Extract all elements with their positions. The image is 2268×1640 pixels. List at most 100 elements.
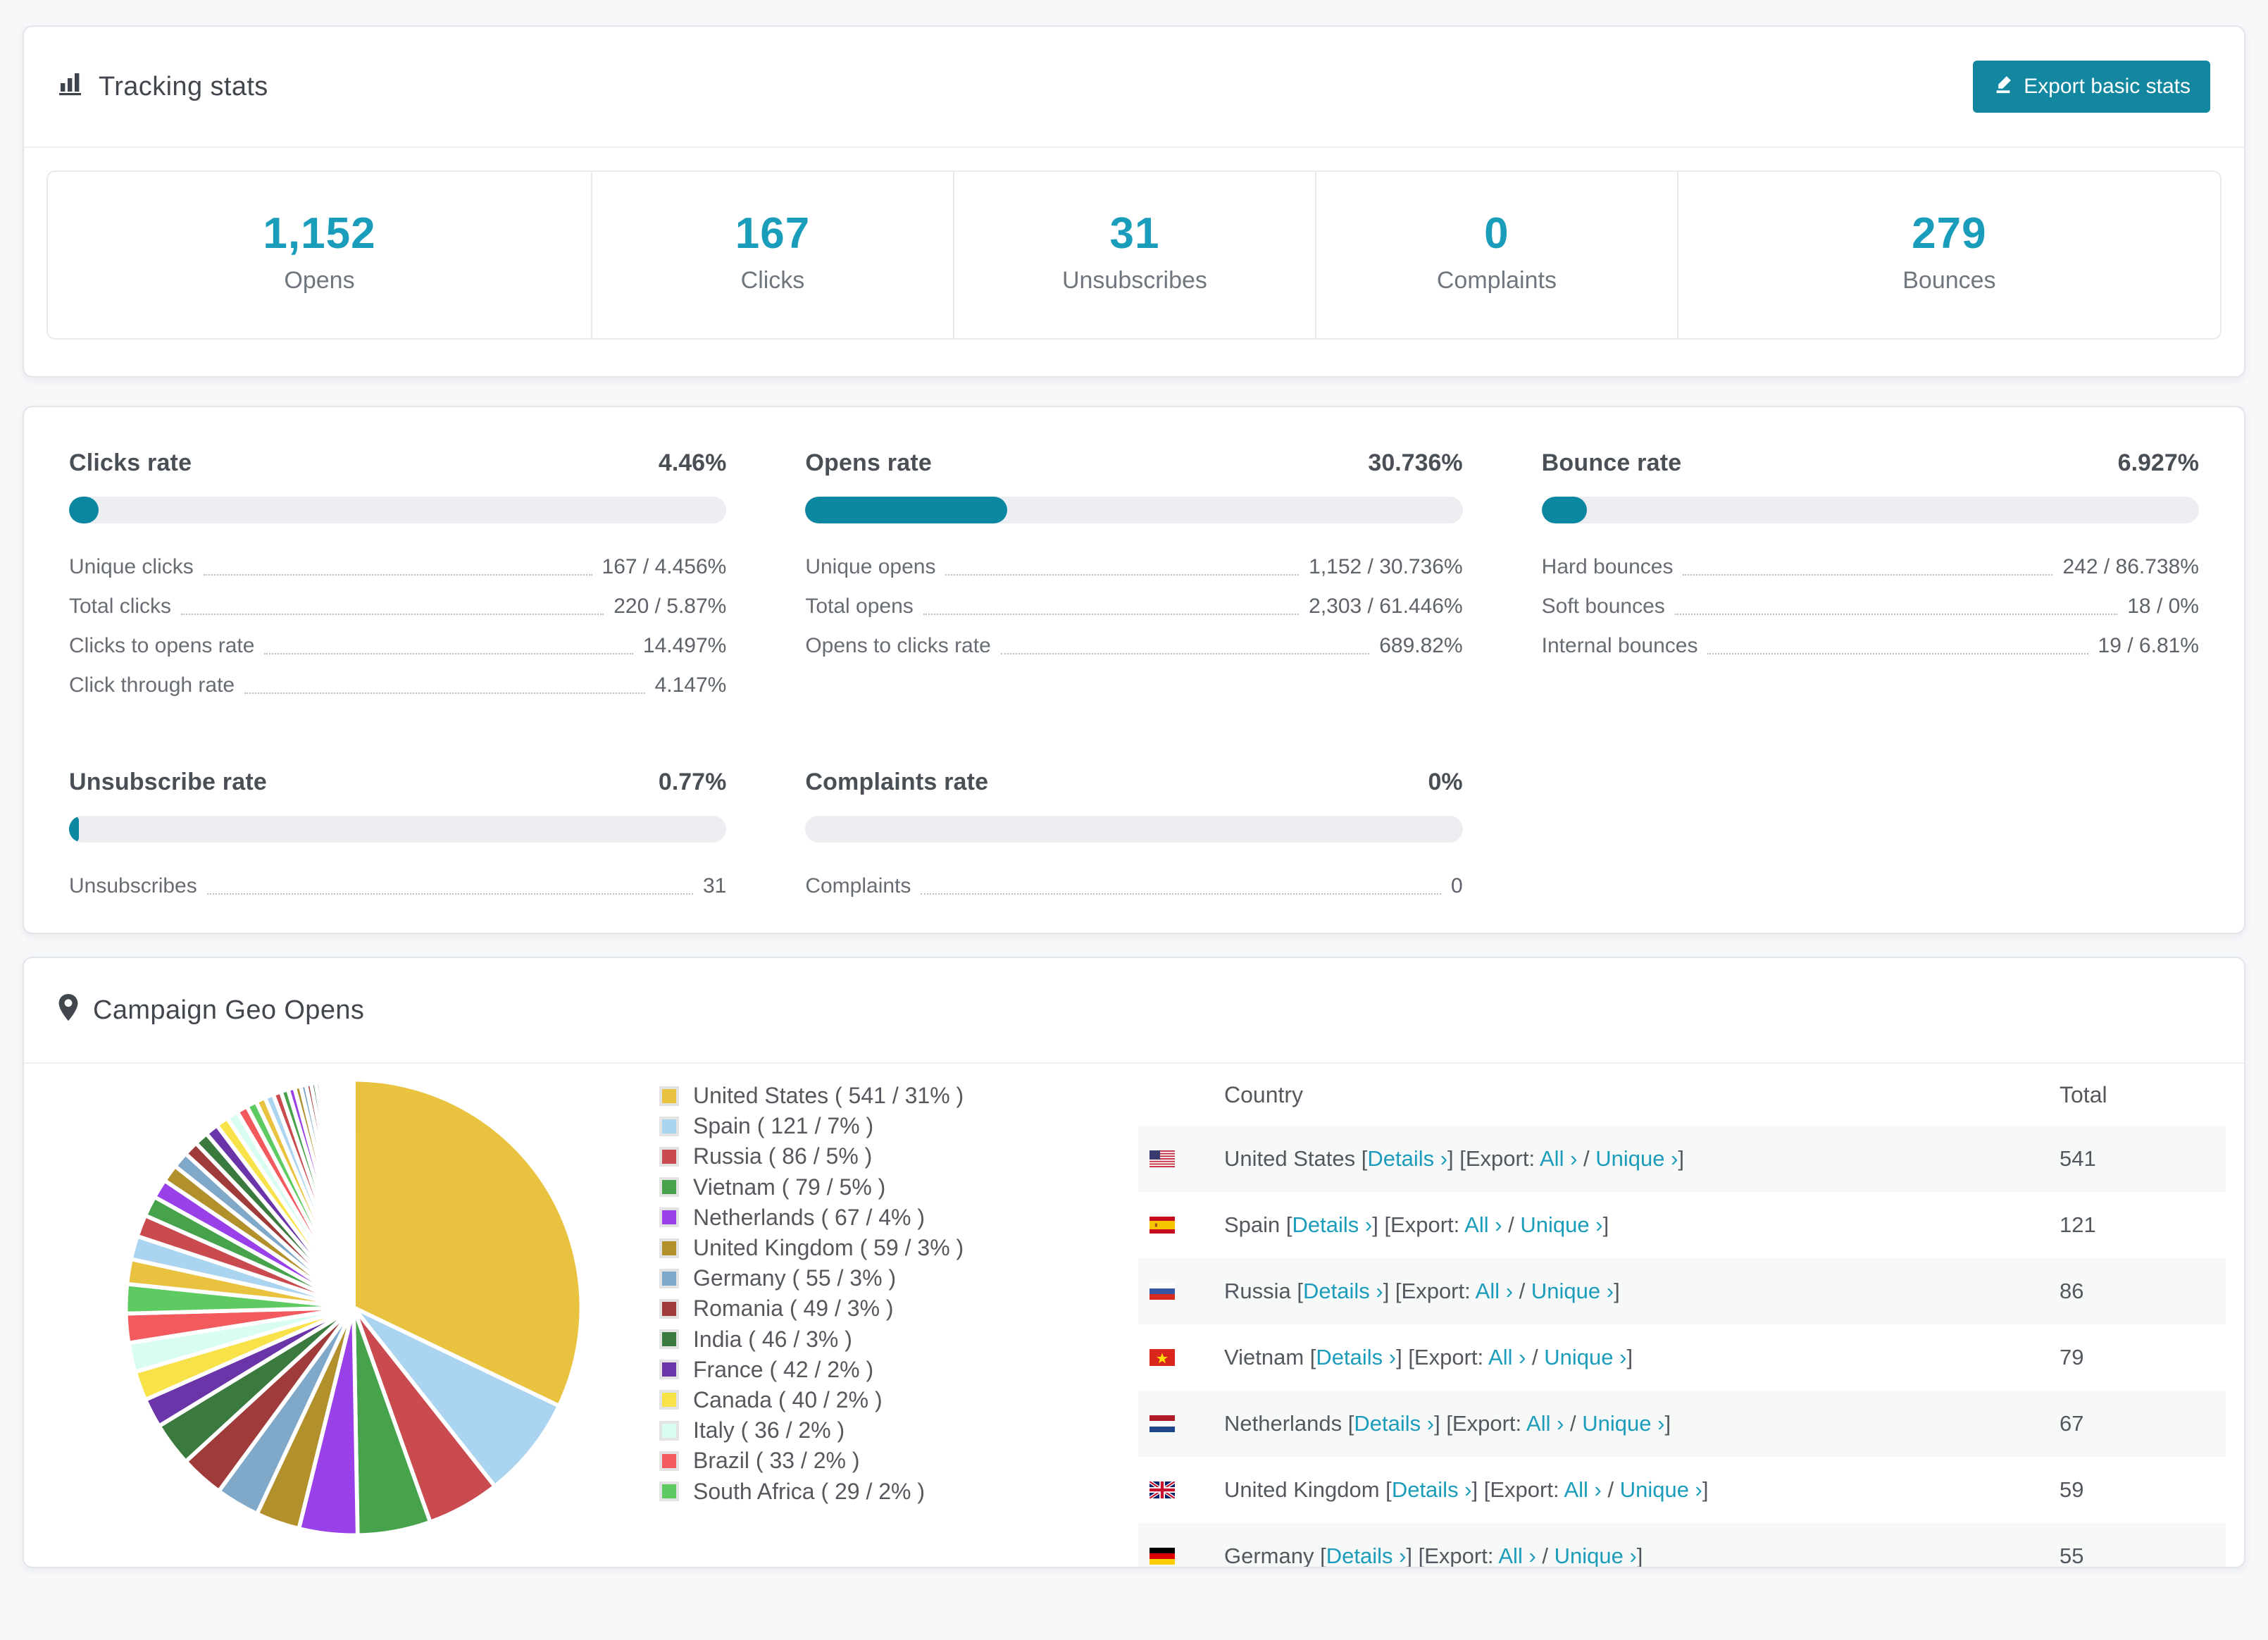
- geo-title: Campaign Geo Opens: [93, 992, 364, 1029]
- geo-total-cell: 86: [2060, 1279, 2226, 1304]
- stat-label: Clicks: [592, 265, 953, 296]
- export-all-link[interactable]: All ›: [1488, 1345, 1526, 1369]
- legend-item-italy[interactable]: Italy ( 36 / 2% ): [659, 1415, 1138, 1446]
- detail-row: Hard bounces242 / 86.738%: [1542, 546, 2199, 585]
- legend-item-netherlands[interactable]: Netherlands ( 67 / 4% ): [659, 1203, 1138, 1233]
- stat-value: 167: [592, 209, 953, 259]
- legend-swatch-icon: [659, 1207, 679, 1227]
- stat-label: Unsubscribes: [954, 265, 1315, 296]
- detail-value: 220 / 5.87%: [613, 594, 726, 619]
- geo-table-row-russia: Russia [Details ›] [Export: All › / Uniq…: [1138, 1258, 2226, 1324]
- legend-item-spain[interactable]: Spain ( 121 / 7% ): [659, 1111, 1138, 1141]
- geo-total-cell: 59: [2060, 1477, 2226, 1503]
- flag-us-icon: [1149, 1150, 1175, 1167]
- legend-swatch-icon: [659, 1451, 679, 1471]
- export-unique-link[interactable]: Unique ›: [1582, 1411, 1664, 1436]
- legend-item-canada[interactable]: Canada ( 40 / 2% ): [659, 1385, 1138, 1415]
- rate-value: 4.46%: [659, 449, 726, 477]
- legend-label: Spain ( 121 / 7% ): [693, 1113, 873, 1139]
- legend-item-france[interactable]: France ( 42 / 2% ): [659, 1355, 1138, 1385]
- detail-label: Clicks to opens rate: [69, 633, 254, 659]
- export-unique-link[interactable]: Unique ›: [1595, 1146, 1678, 1171]
- rate-value: 0%: [1428, 769, 1463, 796]
- legend-item-united-kingdom[interactable]: United Kingdom ( 59 / 3% ): [659, 1233, 1138, 1263]
- legend-item-romania[interactable]: Romania ( 49 / 3% ): [659, 1293, 1138, 1324]
- export-unique-link[interactable]: Unique ›: [1620, 1477, 1702, 1502]
- tracking-stats-header: Tracking stats Export basic stats: [24, 27, 2244, 148]
- legend-swatch-icon: [659, 1360, 679, 1379]
- geo-total-cell: 79: [2060, 1345, 2226, 1370]
- export-basic-stats-button[interactable]: Export basic stats: [1973, 61, 2210, 113]
- geo-pie-chart: [24, 1064, 659, 1568]
- legend-swatch-icon: [659, 1421, 679, 1441]
- campaign-geo-opens-panel: Campaign Geo Opens United States ( 541 /…: [23, 957, 2245, 1568]
- export-all-link[interactable]: All ›: [1476, 1279, 1513, 1303]
- detail-label: Opens to clicks rate: [805, 633, 990, 659]
- geo-table-row-united-states: United States [Details ›] [Export: All ›…: [1138, 1126, 2226, 1192]
- export-unique-link[interactable]: Unique ›: [1544, 1345, 1626, 1369]
- detail-value: 19 / 6.81%: [2098, 633, 2199, 659]
- rate-block-opens-rate: Opens rate30.736%Unique opens1,152 / 30.…: [805, 449, 1462, 704]
- stat-label: Complaints: [1316, 265, 1677, 296]
- detail-label: Total clicks: [69, 594, 171, 619]
- rate-block-clicks-rate: Clicks rate 4.46% Unique clicks167 / 4.456…: [69, 449, 726, 704]
- column-header-total: Total: [2060, 1082, 2226, 1108]
- export-unique-link[interactable]: Unique ›: [1520, 1212, 1602, 1237]
- detail-label: Click through rate: [69, 673, 235, 698]
- detail-row: Click through rate4.147%: [69, 664, 726, 704]
- bar-chart-icon: [58, 70, 85, 103]
- geo-country-cell: Spain [Details ›] [Export: All › / Uniqu…: [1224, 1212, 1609, 1238]
- pie-legend: United States ( 541 / 31% )Spain ( 121 /…: [659, 1064, 1138, 1568]
- details-link[interactable]: Details ›: [1326, 1543, 1407, 1568]
- geo-table-header: Country Total: [1138, 1064, 2226, 1126]
- stat-label: Opens: [48, 265, 591, 296]
- geo-table-row-netherlands: Netherlands [Details ›] [Export: All › /…: [1138, 1391, 2226, 1457]
- detail-row: Complaints0: [805, 865, 1462, 905]
- dotted-leader: [945, 574, 1299, 576]
- details-link[interactable]: Details ›: [1303, 1279, 1383, 1303]
- legend-item-germany[interactable]: Germany ( 55 / 3% ): [659, 1263, 1138, 1293]
- legend-swatch-icon: [659, 1086, 679, 1106]
- details-link[interactable]: Details ›: [1316, 1345, 1396, 1369]
- dotted-leader: [1683, 574, 2052, 576]
- export-unique-link[interactable]: Unique ›: [1531, 1279, 1614, 1303]
- legend-item-india[interactable]: India ( 46 / 3% ): [659, 1324, 1138, 1355]
- details-link[interactable]: Details ›: [1367, 1146, 1447, 1171]
- export-unique-link[interactable]: Unique ›: [1554, 1543, 1637, 1568]
- geo-total-cell: 55: [2060, 1543, 2226, 1568]
- details-link[interactable]: Details ›: [1354, 1411, 1434, 1436]
- dotted-leader: [1675, 614, 2117, 615]
- rate-title: Unsubscribe rate: [69, 769, 267, 796]
- detail-label: Hard bounces: [1542, 554, 1674, 580]
- dotted-leader: [1001, 653, 1369, 654]
- export-all-link[interactable]: All ›: [1564, 1477, 1601, 1502]
- rate-title: Opens rate: [805, 449, 932, 477]
- rate-value: 0.77%: [659, 769, 726, 796]
- detail-row: Total opens2,303 / 61.446%: [805, 585, 1462, 625]
- column-header-country: Country: [1224, 1082, 1303, 1108]
- rate-title: Clicks rate: [69, 449, 192, 477]
- export-all-link[interactable]: All ›: [1526, 1411, 1564, 1436]
- legend-item-russia[interactable]: Russia ( 86 / 5% ): [659, 1141, 1138, 1172]
- legend-item-south-africa[interactable]: South Africa ( 29 / 2% ): [659, 1476, 1138, 1506]
- export-all-link[interactable]: All ›: [1540, 1146, 1577, 1171]
- geo-total-cell: 121: [2060, 1212, 2226, 1238]
- export-all-link[interactable]: All ›: [1464, 1212, 1502, 1237]
- details-link[interactable]: Details ›: [1392, 1477, 1472, 1502]
- details-link[interactable]: Details ›: [1292, 1212, 1373, 1237]
- pie-chart-svg: [121, 1075, 586, 1540]
- rate-block-bounce-rate: Bounce rate6.927%Hard bounces242 / 86.73…: [1542, 449, 2199, 704]
- dotted-leader: [264, 653, 633, 654]
- detail-value: 2,303 / 61.446%: [1309, 594, 1463, 619]
- progress-bar: [69, 816, 726, 843]
- legend-item-brazil[interactable]: Brazil ( 33 / 2% ): [659, 1446, 1138, 1476]
- detail-row: Unique clicks167 / 4.456%: [69, 546, 726, 585]
- legend-swatch-icon: [659, 1299, 679, 1319]
- flag-de-icon: [1149, 1548, 1175, 1565]
- export-all-link[interactable]: All ›: [1498, 1543, 1535, 1568]
- stat-box-unsubscribes: 31Unsubscribes: [953, 172, 1315, 338]
- legend-item-united-states[interactable]: United States ( 541 / 31% ): [659, 1081, 1138, 1111]
- detail-label: Unique clicks: [69, 554, 194, 580]
- detail-value: 31: [703, 874, 726, 899]
- legend-item-vietnam[interactable]: Vietnam ( 79 / 5% ): [659, 1172, 1138, 1203]
